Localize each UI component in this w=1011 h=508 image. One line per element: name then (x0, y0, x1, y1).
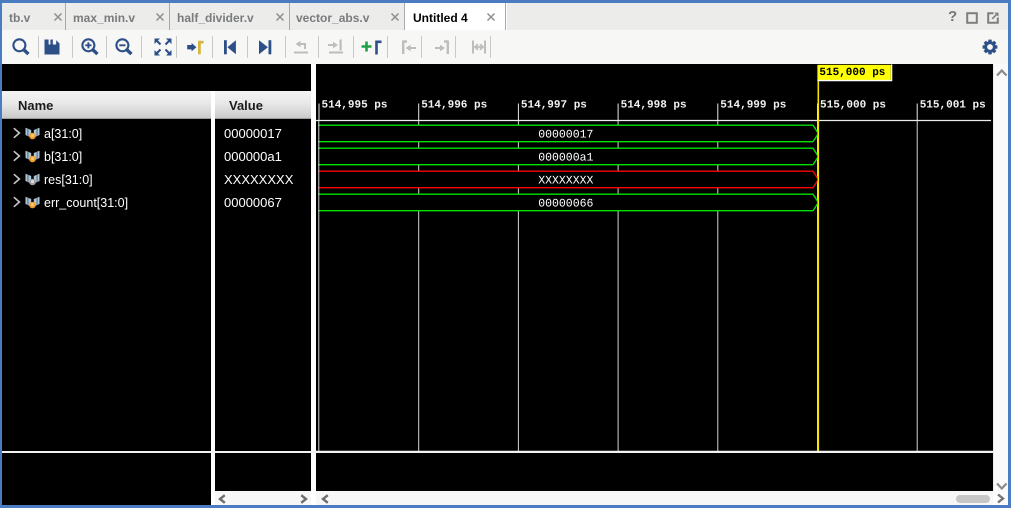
svg-text:514,997 ps: 514,997 ps (521, 100, 587, 112)
svg-text:000000a1: 000000a1 (538, 152, 593, 165)
svg-text:515,000 ps: 515,000 ps (820, 100, 886, 112)
svg-text:514,998 ps: 514,998 ps (621, 100, 687, 112)
svg-text:514,995 ps: 514,995 ps (322, 100, 388, 112)
svg-text:515,001 ps: 515,001 ps (920, 100, 986, 112)
svg-text:515,000 ps: 515,000 ps (819, 67, 885, 79)
svg-text:00000017: 00000017 (538, 129, 593, 142)
svg-text:514,996 ps: 514,996 ps (421, 100, 487, 112)
svg-text:00000066: 00000066 (538, 198, 593, 211)
svg-text:XXXXXXXX: XXXXXXXX (538, 175, 593, 188)
svg-text:514,999 ps: 514,999 ps (720, 100, 786, 112)
